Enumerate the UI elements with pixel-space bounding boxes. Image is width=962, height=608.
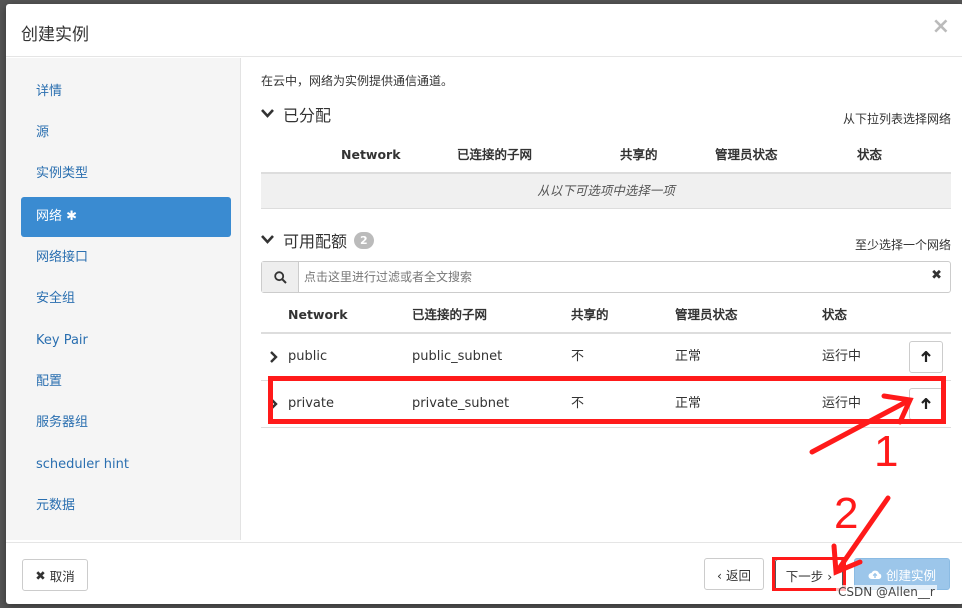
row-status: 运行中 — [822, 396, 862, 411]
chevron-right-icon[interactable] — [269, 334, 278, 380]
search-icon — [262, 262, 299, 292]
step-description: 在云中，网络为实例提供通信通道。 — [261, 74, 454, 88]
create-instance-dialog: 创建实例 × 详情 源 实例类型 网络 ✱ 网络接口 安全组 Key Pair … — [6, 4, 962, 604]
sidebar-item-metadata[interactable]: 元数据 — [21, 486, 231, 526]
allocated-section-header[interactable]: 已分配 — [261, 102, 331, 126]
col-admin-state[interactable]: 管理员状态 — [675, 298, 738, 332]
create-instance-label: 创建实例 — [885, 567, 936, 583]
filter-search-box: ✖ — [261, 261, 951, 293]
row-shared: 不 — [571, 396, 585, 411]
dialog-footer: ✖ 取消 ‹ 返回 下一步 › 创建实例 — [6, 542, 962, 605]
arrow-up-icon — [921, 398, 931, 409]
sidebar-item-network[interactable]: 网络 ✱ — [21, 197, 231, 237]
col-status[interactable]: 状态 — [822, 298, 847, 332]
row-network: public — [288, 349, 328, 364]
close-icon[interactable]: × — [932, 14, 950, 39]
chevron-down-icon — [261, 107, 275, 122]
arrow-up-icon — [921, 351, 931, 362]
sidebar-item-scheduler-hint[interactable]: scheduler hint — [21, 445, 231, 485]
allocate-button[interactable] — [909, 341, 943, 373]
sidebar-item-security-groups[interactable]: 安全组 — [21, 279, 231, 319]
sidebar-item-flavor[interactable]: 实例类型 — [21, 154, 231, 194]
row-admin-state: 正常 — [675, 396, 702, 411]
col-admin-state[interactable]: 管理员状态 — [715, 138, 778, 172]
allocated-title: 已分配 — [283, 106, 332, 125]
available-hint: 至少选择一个网络 — [854, 238, 951, 252]
col-shared[interactable]: 共享的 — [620, 138, 658, 172]
allocated-hint: 从下拉列表选择网络 — [842, 112, 951, 126]
sidebar-item-server-groups[interactable]: 服务器组 — [21, 403, 231, 443]
clear-icon[interactable]: ✖ — [931, 268, 942, 283]
sidebar-item-source[interactable]: 源 — [21, 113, 231, 153]
sidebar-item-network-ports[interactable]: 网络接口 — [21, 238, 231, 278]
sidebar-item-key-pair[interactable]: Key Pair — [21, 321, 231, 361]
col-shared[interactable]: 共享的 — [571, 298, 609, 332]
col-status[interactable]: 状态 — [857, 138, 882, 172]
table-row: public public_subnet 不 正常 运行中 — [261, 334, 951, 381]
allocated-empty-row: 从以下可选项中选择一项 — [261, 174, 951, 209]
wizard-sidebar: 详情 源 实例类型 网络 ✱ 网络接口 安全组 Key Pair 配置 服务器组… — [6, 58, 241, 540]
cloud-upload-icon — [868, 570, 882, 579]
sidebar-item-configuration[interactable]: 配置 — [21, 362, 231, 402]
network-step-panel: 在云中，网络为实例提供通信通道。 已分配 从下拉列表选择网络 Network 已… — [261, 58, 951, 540]
allocate-button[interactable] — [909, 388, 943, 420]
col-network[interactable]: Network — [341, 138, 401, 172]
cancel-button[interactable]: ✖ 取消 — [22, 559, 88, 591]
row-shared: 不 — [571, 349, 585, 364]
row-subnet: private_subnet — [412, 396, 510, 411]
next-button[interactable]: 下一步 › — [775, 559, 843, 591]
row-status: 运行中 — [822, 349, 862, 364]
available-section-header[interactable]: 可用配额 2 — [261, 228, 374, 252]
table-row: private private_subnet 不 正常 运行中 — [261, 381, 951, 428]
col-subnet[interactable]: 已连接的子网 — [457, 138, 532, 172]
row-subnet: public_subnet — [412, 349, 503, 364]
dialog-title: 创建实例 — [21, 25, 89, 45]
col-network[interactable]: Network — [288, 298, 348, 332]
available-count-badge: 2 — [354, 231, 374, 249]
close-icon: ✖ — [35, 567, 46, 583]
dialog-header: 创建实例 × — [6, 4, 962, 57]
cancel-label: 取消 — [49, 568, 75, 584]
search-input[interactable] — [302, 266, 906, 288]
col-subnet[interactable]: 已连接的子网 — [412, 298, 487, 332]
chevron-right-icon[interactable] — [269, 381, 278, 427]
sidebar-item-details[interactable]: 详情 — [21, 72, 231, 112]
row-admin-state: 正常 — [675, 349, 702, 364]
back-button[interactable]: ‹ 返回 — [704, 558, 764, 590]
allocated-table-header: Network 已连接的子网 共享的 管理员状态 状态 — [261, 138, 951, 174]
available-table-header: Network 已连接的子网 共享的 管理员状态 状态 — [261, 298, 951, 334]
available-title: 可用配额 — [283, 232, 348, 251]
watermark: CSDN @Allen__r — [836, 585, 937, 599]
row-network: private — [288, 396, 334, 411]
chevron-down-icon — [261, 233, 275, 248]
